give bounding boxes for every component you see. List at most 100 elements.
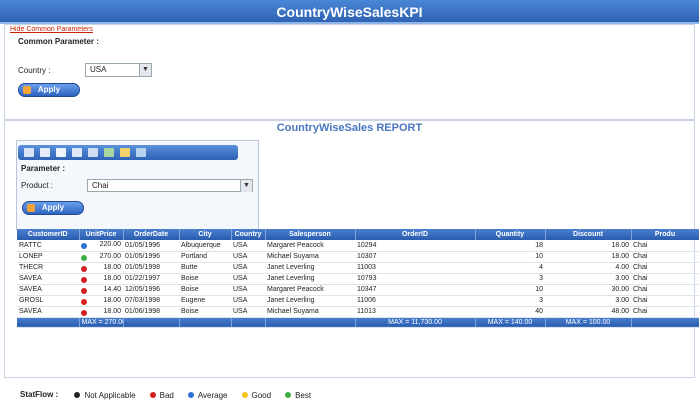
- footer-cell: [631, 317, 699, 328]
- column-header[interactable]: Country: [231, 229, 266, 240]
- table-cell: Chai: [631, 262, 699, 274]
- column-header[interactable]: Quantity: [475, 229, 546, 240]
- table-cell: 11006: [355, 295, 475, 307]
- product-select[interactable]: Chai ▼: [87, 179, 253, 192]
- table-cell: 48.00: [545, 306, 631, 318]
- column-header[interactable]: OrderDate: [123, 229, 180, 240]
- legend-label: Average: [197, 390, 228, 400]
- table-cell: Chai: [631, 295, 699, 307]
- table-row[interactable]: SAVEA 18.00 01/06/1998 Boise USA Michael Suya…: [17, 306, 699, 318]
- status-indicator-icon: [81, 287, 87, 294]
- table-cell: 01/05/1998: [123, 262, 179, 274]
- table-cell: Eugene: [179, 295, 231, 307]
- table-cell: USA: [231, 251, 265, 263]
- legend-dot-icon: [74, 392, 81, 399]
- table-cell: USA: [231, 262, 265, 274]
- table-cell: Albuquerque: [179, 240, 231, 252]
- table-cell: 18.00: [545, 251, 631, 263]
- apply-icon: [27, 204, 35, 212]
- table-cell: 07/03/1998: [123, 295, 179, 307]
- column-header[interactable]: UnitPrice: [79, 229, 124, 240]
- chart-icon[interactable]: [88, 148, 98, 157]
- table-cell: 30.00: [545, 284, 631, 296]
- table-cell: Michael Suyama: [265, 251, 355, 263]
- legend-item: Best: [285, 390, 312, 400]
- column-header[interactable]: OrderID: [355, 229, 476, 240]
- product-label: Product :: [21, 181, 54, 190]
- legend-dot-icon: [285, 392, 292, 399]
- table-cell: 10: [475, 284, 545, 296]
- legend-title: StatFlow :: [20, 390, 59, 400]
- country-value: USA: [90, 65, 107, 74]
- status-indicator-icon: [81, 265, 87, 272]
- report-title: CountryWiseSales REPORT: [276, 122, 423, 134]
- table-cell: 18.00: [79, 262, 123, 274]
- table-cell: 3.00: [545, 295, 631, 307]
- column-header[interactable]: CustomerID: [17, 229, 80, 240]
- print-icon[interactable]: [72, 148, 82, 157]
- table-cell: Janet Leverling: [265, 295, 355, 307]
- sales-table: CustomerID UnitPrice OrderDate City Country S…: [17, 229, 699, 328]
- export-icon[interactable]: [56, 148, 66, 157]
- country-select[interactable]: USA ▼: [85, 63, 152, 77]
- legend-dot-icon: [187, 392, 194, 399]
- column-header[interactable]: Salesperson: [265, 229, 356, 240]
- footer-cell: MAX = 270.00: [79, 317, 124, 328]
- table-cell: 11013: [355, 306, 475, 318]
- table-cell: LONEP: [17, 251, 79, 263]
- hide-common-parameters-link[interactable]: Hide Common Parameters: [10, 26, 93, 33]
- column-header[interactable]: Discount: [545, 229, 632, 240]
- table-cell: Chai: [631, 284, 699, 296]
- table-row[interactable]: LONEP 270.00 01/05/1996 Portland USA Michael …: [17, 251, 699, 263]
- chevron-down-icon[interactable]: ▼: [139, 64, 151, 76]
- table-cell: 18.00: [545, 240, 631, 252]
- table-row[interactable]: SAVEA 14.40 12/05/1996 Boise USA Margaret Pea…: [17, 284, 699, 296]
- footer-cell: [231, 317, 266, 328]
- previous-page-icon[interactable]: [40, 148, 50, 157]
- country-label: Country :: [18, 66, 51, 75]
- legend-item: Good: [241, 390, 271, 400]
- table-header-row: CustomerID UnitPrice OrderDate City Country S…: [17, 229, 699, 240]
- table-row[interactable]: RATTC 220.00 01/05/1996 Albuquerque USA Marga…: [17, 240, 699, 252]
- refresh-icon[interactable]: [104, 148, 114, 157]
- column-header[interactable]: City: [179, 229, 232, 240]
- table-cell: 3: [475, 273, 545, 285]
- table-cell: 14.40: [79, 284, 123, 296]
- legend-label: Best: [295, 390, 312, 400]
- table-cell: USA: [231, 240, 265, 252]
- table-cell: 10294: [355, 240, 475, 252]
- help-icon[interactable]: [136, 148, 146, 157]
- table-cell: Chai: [631, 306, 699, 318]
- status-indicator-icon: [81, 243, 87, 250]
- common-apply-label: Apply: [37, 85, 61, 94]
- table-cell: 18.00: [79, 295, 123, 307]
- footer-cell: MAX = 140.00: [475, 317, 546, 328]
- table-cell: GROSL: [17, 295, 79, 307]
- report-apply-button[interactable]: Apply: [22, 201, 84, 215]
- legend-label: Bad: [159, 390, 174, 400]
- column-header[interactable]: Produ: [631, 229, 699, 240]
- apply-icon: [23, 86, 31, 94]
- table-cell: 3.00: [545, 273, 631, 285]
- table-row[interactable]: GROSL 18.00 07/03/1998 Eugene USA Janet Lever…: [17, 295, 699, 307]
- table-cell: Chai: [631, 273, 699, 285]
- footer-cell: [123, 317, 180, 328]
- product-value: Chai: [92, 181, 109, 190]
- page-title: CountryWiseSalesKPI: [0, 0, 699, 24]
- table-cell: 270.00: [79, 251, 123, 263]
- table-cell: 18.00: [79, 306, 123, 318]
- table-cell: Margaret Peacock: [265, 284, 355, 296]
- table-cell: Boise: [179, 284, 231, 296]
- table-cell: 10347: [355, 284, 475, 296]
- footer-cell: MAX = 11,730.00: [355, 317, 476, 328]
- filter-icon[interactable]: [120, 148, 130, 157]
- table-cell: RATTC: [17, 240, 79, 252]
- chevron-down-icon[interactable]: ▼: [240, 180, 252, 192]
- table-cell: THECR: [17, 262, 79, 274]
- table-row[interactable]: SAVEA 18.00 01/22/1997 Boise USA Janet Leverl…: [17, 273, 699, 285]
- common-apply-button[interactable]: Apply: [18, 83, 80, 97]
- first-page-icon[interactable]: [24, 148, 34, 157]
- table-row[interactable]: THECR 18.00 01/05/1998 Butte USA Janet Leverl…: [17, 262, 699, 274]
- table-cell: 01/06/1998: [123, 306, 179, 318]
- legend-dot-icon: [241, 392, 248, 399]
